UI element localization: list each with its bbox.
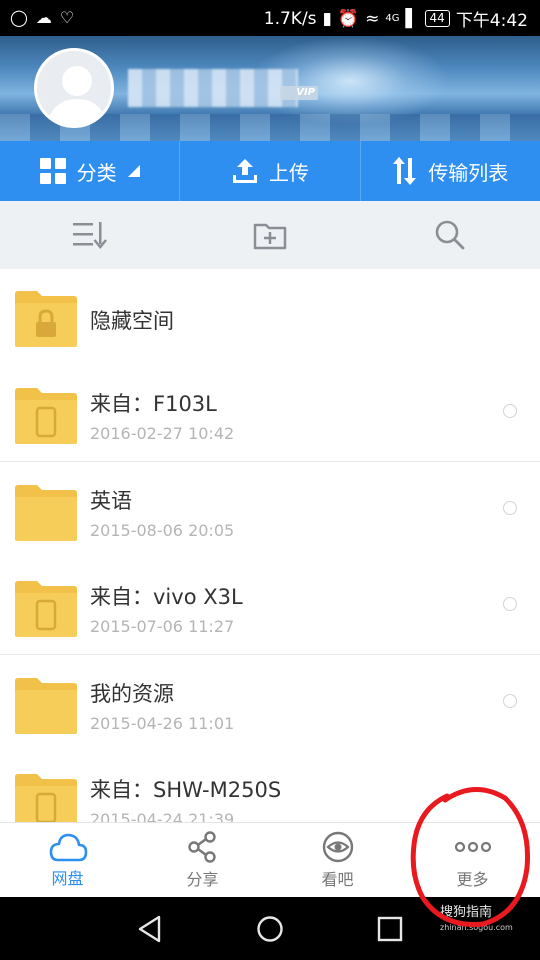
watermark-brand: 搜狗指南 [440, 905, 493, 920]
back-icon[interactable] [137, 915, 163, 943]
list-item-folder[interactable]: 英语 2015-08-06 20:05 [0, 463, 540, 559]
share-icon [187, 831, 216, 863]
locked-folder-icon [15, 291, 77, 347]
vibrate-icon: ▮ [322, 8, 332, 29]
upload-icon [232, 159, 257, 183]
tab-more[interactable]: 更多 [405, 823, 540, 897]
select-radio[interactable] [503, 694, 517, 708]
file-name: 我的资源 [90, 682, 174, 706]
more-icon [454, 841, 491, 853]
upload-label: 上传 [268, 160, 309, 185]
app-notification-icon: ◯ [10, 8, 28, 27]
tab-watch[interactable]: 看吧 [270, 823, 405, 897]
file-name: 来自：vivo X3L [90, 585, 243, 609]
select-radio[interactable] [503, 404, 517, 418]
transfer-list-label: 传输列表 [428, 160, 509, 185]
select-radio[interactable] [503, 501, 517, 515]
list-item-folder[interactable]: 来自：vivo X3L 2015-07-06 11:27 [0, 559, 540, 655]
wifi-icon: ≈ [365, 8, 380, 29]
signal-icon: ▌ [405, 8, 419, 29]
file-date: 2015-07-06 11:27 [90, 617, 235, 636]
recent-apps-icon[interactable] [377, 916, 403, 942]
category-label: 分类 [76, 160, 117, 185]
avatar[interactable] [34, 48, 114, 128]
upload-button[interactable]: 上传 [179, 141, 359, 201]
network-speed: 1.7K/s [263, 8, 317, 29]
device-folder-icon [15, 774, 77, 822]
eye-icon [322, 831, 353, 863]
tab-label: 分享 [186, 870, 219, 889]
folder-icon [15, 485, 77, 541]
list-item-folder[interactable]: 来自：SHW-M250S 2015-04-24 21:39 [0, 752, 540, 822]
vip-badge: VIP [280, 86, 318, 100]
select-radio[interactable] [503, 597, 517, 611]
new-folder-icon [253, 223, 287, 250]
status-bar: ◯ ☁ ♡ 1.7K/s ▮ ⏰ ≈ 4G ▌ 44 下午4:42 [0, 0, 540, 36]
health-notification-icon: ♡ [59, 8, 75, 27]
username-blurred [128, 69, 298, 107]
tab-label: 看吧 [321, 870, 354, 889]
network-type: 4G [385, 13, 400, 24]
file-name: 来自：SHW-M250S [90, 778, 282, 802]
file-date: 2015-08-06 20:05 [90, 521, 235, 540]
file-date: 2016-02-27 10:42 [90, 424, 235, 443]
device-folder-icon [15, 581, 77, 637]
clock: 下午4:42 [455, 11, 528, 31]
cloud-notification-icon: ☁ [35, 8, 52, 27]
battery-icon: 44 [424, 10, 450, 27]
list-item-folder[interactable]: 来自：F103L 2016-02-27 10:42 [0, 366, 540, 462]
device-folder-icon [15, 388, 77, 444]
search-icon [435, 220, 465, 250]
tab-label: 更多 [456, 870, 489, 889]
grid-icon [39, 158, 66, 184]
transfer-list-button[interactable]: 传输列表 [359, 141, 540, 201]
file-list: 隐藏空间 来自：F103L 2016-02-27 10:42 英语 2015-0… [0, 269, 540, 822]
alarm-icon: ⏰ [337, 8, 360, 29]
file-name: 英语 [90, 489, 132, 513]
tab-share[interactable]: 分享 [135, 823, 270, 897]
file-toolbar [0, 201, 540, 269]
notification-icons: ◯ ☁ ♡ [10, 7, 74, 29]
list-item-folder[interactable]: 我的资源 2015-04-26 11:01 [0, 656, 540, 752]
file-name: 来自：F103L [90, 392, 217, 416]
list-item-hidden-space[interactable]: 隐藏空间 [0, 269, 540, 365]
tab-label: 网盘 [51, 869, 84, 888]
sort-icon [73, 222, 107, 249]
dropdown-triangle-icon [127, 165, 140, 177]
cloud-icon [49, 833, 87, 862]
bottom-navigation: 网盘 分享 看吧 更多 [0, 822, 540, 897]
action-bar: 分类 上传 传输列表 [0, 141, 540, 201]
new-folder-button[interactable] [180, 201, 360, 269]
tab-netdisk[interactable]: 网盘 [0, 823, 135, 897]
sort-button[interactable] [0, 201, 180, 269]
watermark-url: zhinan.sogou.com [440, 923, 513, 932]
transfer-arrows-icon [393, 157, 417, 185]
file-date: 2015-04-24 21:39 [90, 810, 235, 822]
system-status: 1.7K/s ▮ ⏰ ≈ 4G ▌ 44 下午4:42 [263, 6, 528, 32]
home-icon[interactable] [256, 915, 284, 943]
folder-icon [15, 678, 77, 734]
profile-header: VIP [0, 36, 540, 141]
file-date: 2015-04-26 11:01 [90, 714, 235, 733]
search-button[interactable] [360, 201, 540, 269]
category-button[interactable]: 分类 [0, 141, 179, 201]
file-name: 隐藏空间 [90, 309, 174, 333]
watermark: 搜狗指南 zhinan.sogou.com [440, 905, 513, 935]
